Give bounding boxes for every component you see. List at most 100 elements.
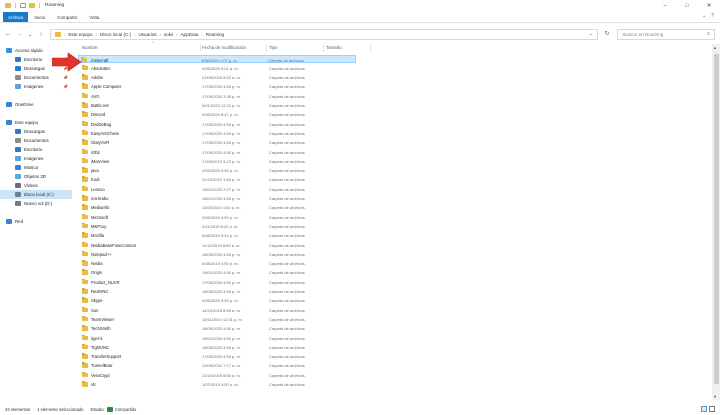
sidebar-item[interactable]: Imágenes <box>0 154 72 163</box>
tab-home[interactable]: Inicio <box>28 12 51 22</box>
properties-icon[interactable] <box>20 3 26 8</box>
sidebar-item[interactable]: Descargas <box>0 127 72 136</box>
up-icon[interactable]: ↑ <box>36 30 46 40</box>
table-row[interactable]: Apple Computer 17/05/2020 4:53 p. m. Carpe… <box>80 83 370 91</box>
table-row[interactable]: TunnelBear 12/05/2020 7:17 a. m. Carpeta d… <box>80 362 370 370</box>
folder-icon <box>82 74 88 80</box>
table-row[interactable]: Nvidia 6/08/2019 4:50 p. m. Carpeta de arc… <box>80 260 370 268</box>
new-folder-icon[interactable] <box>29 3 35 8</box>
table-row[interactable]: Mozilla 6/08/2019 5:24 p. m. Carpeta de ar… <box>80 232 370 240</box>
file-type: Carpeta de archivos <box>269 344 305 350</box>
address-bar[interactable]: › Este equipo › Disco local (C:) › Usuar… <box>50 29 598 40</box>
column-header-type[interactable]: Tipo <box>269 45 277 50</box>
scroll-down-icon[interactable]: ▼ <box>713 394 717 399</box>
table-row[interactable]: DvdDeBug 17/05/2020 4:50 p. m. Carpeta de … <box>80 120 370 128</box>
tab-view[interactable]: Vista <box>83 12 105 22</box>
column-header-size[interactable]: Tamaño <box>326 45 342 50</box>
sidebar-item[interactable]: Música <box>0 163 72 172</box>
table-row[interactable]: ma-leabu 16/01/2020 4:50 p. m. Carpeta de … <box>80 195 370 203</box>
table-row[interactable]: .minecraft 3/06/2020 1:07 p. m. Carpeta de… <box>78 55 356 64</box>
table-row[interactable]: Discord 3/06/2020 8:47 p. m. Carpeta de ar… <box>80 111 370 119</box>
help-icon[interactable]: ? <box>711 13 714 19</box>
column-divider[interactable] <box>200 44 201 52</box>
table-row[interactable]: TransferSupport 17/05/2020 4:50 p. m. Carp… <box>80 353 370 361</box>
forward-icon[interactable]: → <box>14 30 24 40</box>
table-row[interactable]: MediaInfo 11/05/2020 4:50 p. m. Carpeta de… <box>80 204 370 212</box>
sidebar-item[interactable]: Vídeos <box>0 181 72 190</box>
sidebar-item[interactable]: Red <box>0 217 72 226</box>
column-header-name[interactable]: Nombre <box>82 45 98 50</box>
sidebar-item[interactable]: Documentos 📌 <box>0 73 72 82</box>
ribbon-collapse-icon[interactable]: ⌄ <box>702 13 706 19</box>
pin-icon[interactable]: 📌 <box>63 84 68 89</box>
sidebar-item-label: Documentos <box>24 138 49 143</box>
table-row[interactable]: TechSmith 18/05/2020 4:50 p. m. Carpeta de… <box>80 325 370 333</box>
file-name: MKPcvy <box>91 223 107 229</box>
sidebar-item[interactable]: Documentos <box>0 136 72 145</box>
table-row[interactable]: TightVNC 18/05/2020 4:50 p. m. Carpeta de … <box>80 343 370 351</box>
pin-icon[interactable]: 📌 <box>63 75 68 80</box>
table-row[interactable]: RealVNC 18/05/2020 4:50 p. m. Carpeta de a… <box>80 288 370 296</box>
scrollbar-thumb[interactable] <box>713 54 719 384</box>
column-divider[interactable] <box>370 44 371 52</box>
table-row[interactable]: Skype 3/06/2020 4:50 p. m. Carpeta de arch… <box>80 297 370 305</box>
table-row[interactable]: Absoluttec 3/06/2020 9:01 a. m. Carpeta de… <box>80 64 370 72</box>
breadcrumb-users[interactable]: Usuarios <box>138 32 156 37</box>
chevron-down-icon[interactable]: ⌄ <box>589 31 593 37</box>
table-row[interactable]: iObit 17/05/2020 4:50 p. m. Carpeta de arc… <box>80 148 370 156</box>
table-row[interactable]: Notepad++ 18/05/2020 4:50 p. m. Carpeta de… <box>80 250 370 258</box>
table-row[interactable]: tiger-k 15/01/2020 4:50 p. m. Carpeta de a… <box>80 334 370 342</box>
column-divider[interactable] <box>266 44 267 52</box>
table-row[interactable]: Origin 19/01/2020 4:50 p. m. Carpeta de ar… <box>80 269 370 277</box>
search-input[interactable]: Buscar en Roaming ⌕ <box>617 29 715 40</box>
breadcrumb-appdata[interactable]: AppData <box>180 32 198 37</box>
vertical-scrollbar[interactable]: ▲ ▼ <box>712 44 720 400</box>
details-view-icon[interactable] <box>701 406 707 412</box>
table-row[interactable]: AVG 17/05/2020 3:35 p. m. Carpeta de archi… <box>80 92 370 100</box>
table-row[interactable]: Battle.net 9/01/2020 12:22 p. m. Carpeta d… <box>80 102 370 110</box>
table-row[interactable]: Sun 14/12/2019 8:50 a. m. Carpeta de archi… <box>80 306 370 314</box>
breadcrumb-local-disk[interactable]: Disco local (C:) <box>100 32 131 37</box>
refresh-icon[interactable]: ↻ <box>602 30 612 40</box>
table-row[interactable]: vlc 1/07/2019 4:50 p. m. Carpeta de archiv… <box>80 381 370 389</box>
table-row[interactable]: MKPcvy 2/11/2019 8:22 a. m. Carpeta de arc… <box>80 222 370 230</box>
table-row[interactable]: EasyAntiCheat 17/05/2020 4:50 p. m. Carpet… <box>80 129 370 137</box>
folder-icon <box>82 306 88 313</box>
sidebar-item[interactable]: Imágenes 📌 <box>0 82 72 91</box>
sidebar-item[interactable]: Este equipo <box>0 118 72 127</box>
sidebar-item[interactable]: Objetos 3D <box>0 172 72 181</box>
recent-locations-icon[interactable]: ⌄ <box>25 30 35 40</box>
folder-icon <box>82 381 88 387</box>
column-divider[interactable] <box>323 44 324 52</box>
back-icon[interactable]: ← <box>3 30 13 40</box>
maximize-button[interactable]: □ <box>676 0 698 11</box>
tab-share[interactable]: Compartir <box>51 12 83 22</box>
table-row[interactable]: Microsoft 3/06/2020 4:50 p. m. Carpeta de … <box>80 213 370 221</box>
table-row[interactable]: Lenovo 19/01/2020 2:27 p. m. Carpeta de ar… <box>80 185 370 193</box>
table-row[interactable]: Adobe 21/05/2020 8:02 a. m. Carpeta de arc… <box>80 74 370 82</box>
file-date: 19/01/2020 2:27 p. m. <box>202 186 241 192</box>
tab-file[interactable]: Archivo <box>3 12 29 22</box>
breadcrumb-roaming[interactable]: Roaming <box>206 32 224 37</box>
sidebar-item[interactable]: Nuevo vol (D:) <box>0 199 72 208</box>
large-icons-view-icon[interactable] <box>709 406 715 412</box>
scroll-up-icon[interactable]: ▲ <box>713 45 717 50</box>
minimize-button[interactable]: – <box>654 0 676 11</box>
table-row[interactable]: java 2/04/2020 4:50 p. m. Carpeta de archi… <box>80 167 370 175</box>
breadcrumb-this-pc[interactable]: Este equipo <box>68 32 92 37</box>
table-row[interactable]: NvidiaBaseFuseContext 11/12/2019 8:50 a. … <box>80 241 370 249</box>
table-row[interactable]: Product_NUVR 17/05/2020 4:50 p. m. Carpeta… <box>80 278 370 286</box>
table-row[interactable]: Kodi 21/12/2019 1:50 p. m. Carpeta de arch… <box>80 176 370 184</box>
folder-icon[interactable] <box>5 3 11 8</box>
table-row[interactable]: iManView 17/09/2019 3:22 p. m. Carpeta de … <box>80 157 370 165</box>
table-row[interactable]: GlaryAVR 17/05/2020 4:50 p. m. Carpeta de … <box>80 139 370 147</box>
sidebar-item[interactable]: Disco local (C:) <box>0 190 72 199</box>
column-header-date[interactable]: Fecha de modificación <box>202 45 246 50</box>
sidebar-item[interactable]: Escritorio <box>0 145 72 154</box>
sidebar-item[interactable]: OneDrive <box>0 100 72 109</box>
breadcrumb-user[interactable]: solvi <box>164 32 173 37</box>
table-row[interactable]: TeamViewer 10/11/2019 12:31 p. m. Carpeta … <box>80 315 370 323</box>
close-button[interactable]: ✕ <box>698 0 720 11</box>
table-row[interactable]: VeraCrypt 22/10/2019 8:50 a. m. Carpeta de… <box>80 371 370 379</box>
file-type: Carpeta de archivos <box>269 177 305 183</box>
